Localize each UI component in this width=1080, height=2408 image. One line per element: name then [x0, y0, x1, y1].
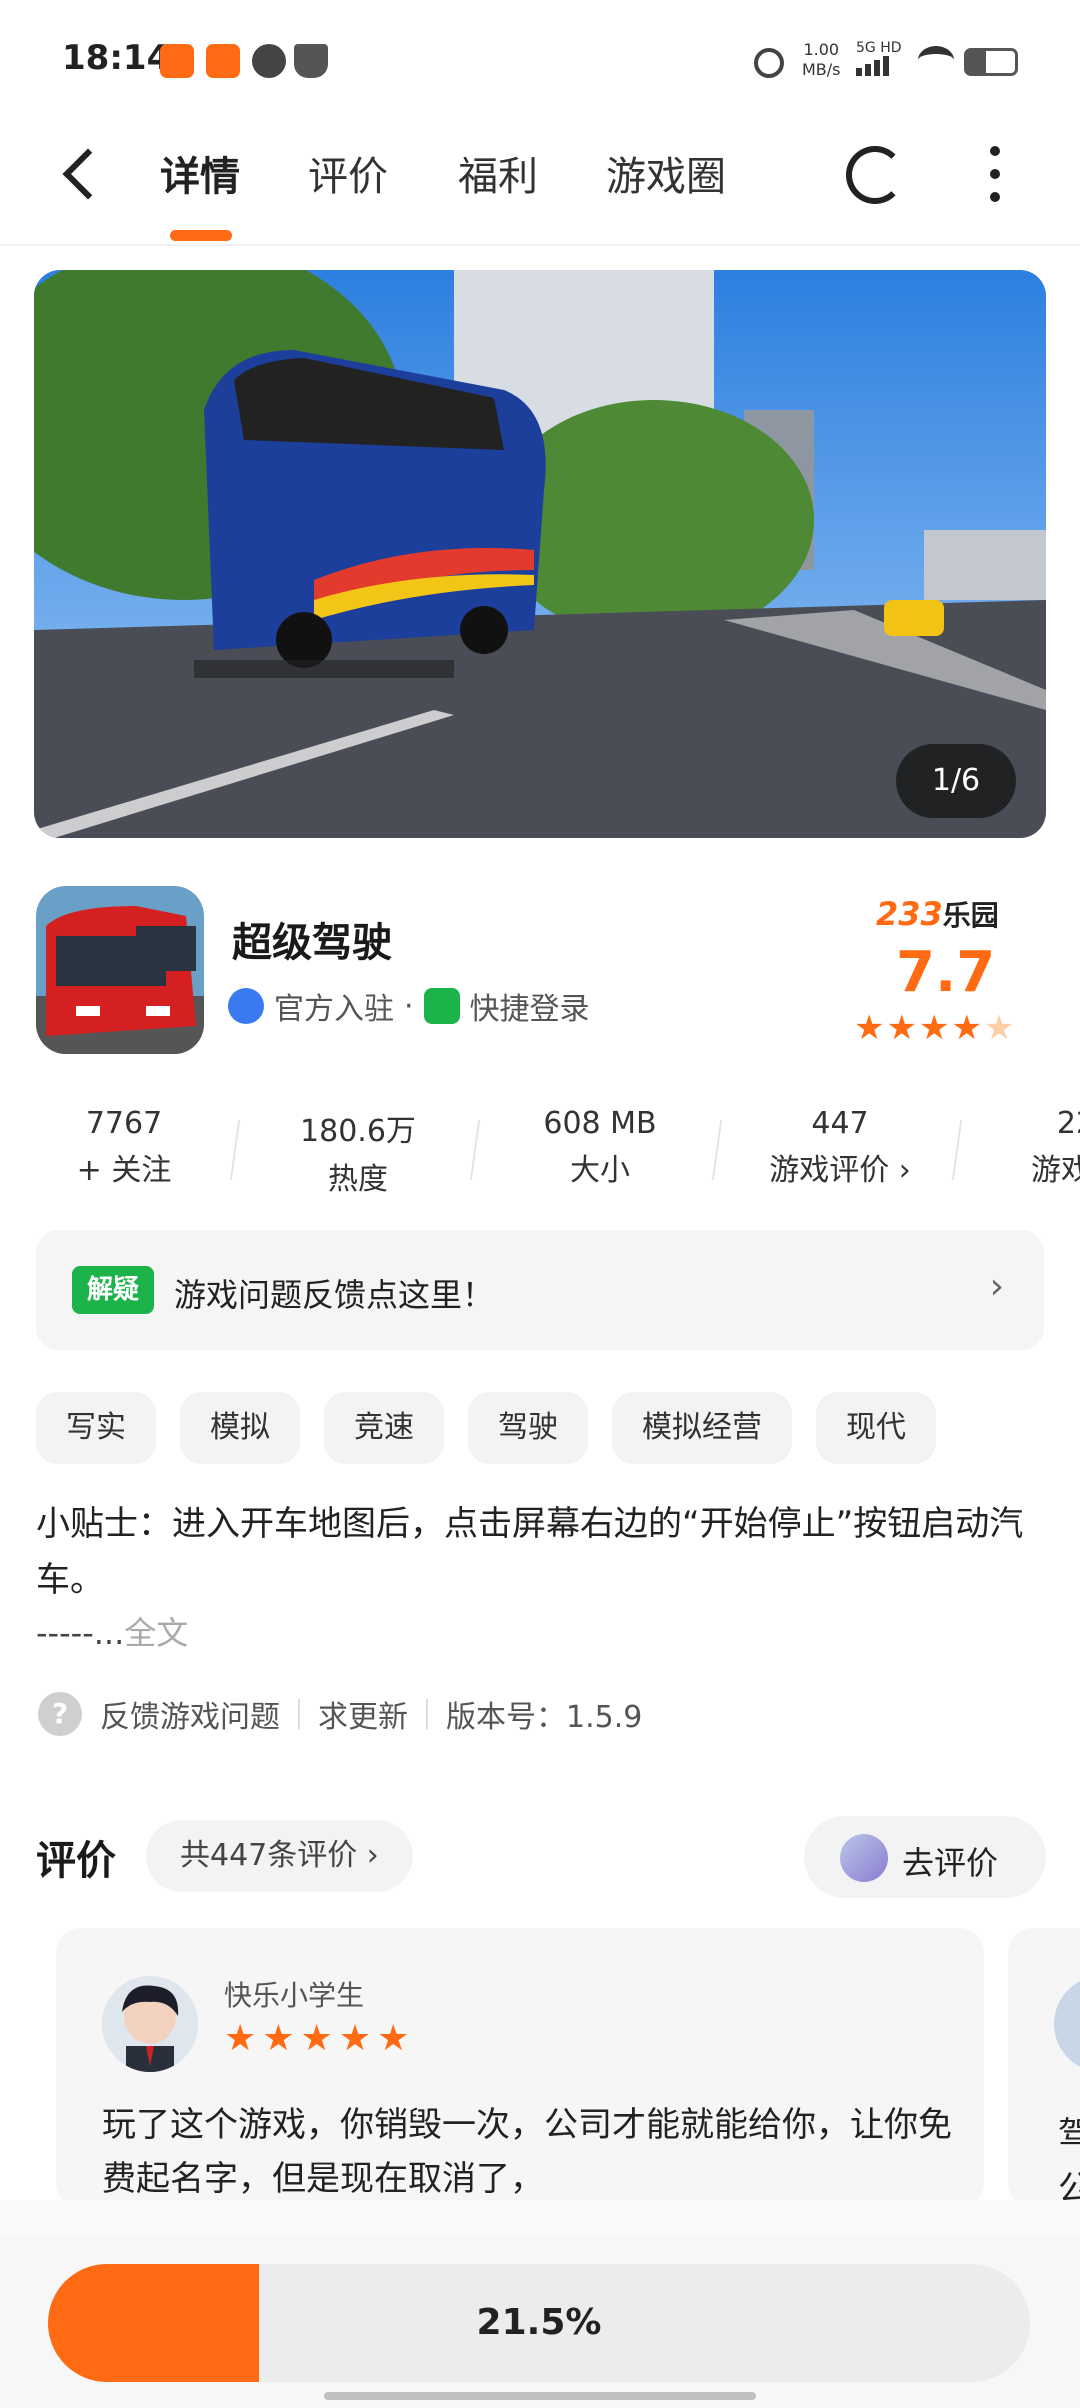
tag-item[interactable]: 模拟	[180, 1392, 300, 1464]
shield-icon	[294, 44, 328, 78]
version-number: 1.5.9	[566, 1700, 643, 1735]
tag-item[interactable]: 驾驶	[468, 1392, 588, 1464]
game-tip: 小贴士：进入开车地图后，点击屏幕右边的“开始停止”按钮启动汽车。	[36, 1504, 1024, 1600]
link-icon	[252, 44, 286, 78]
tab-game-circle[interactable]: 游戏圈	[606, 144, 726, 202]
stat-heat-label: 热度	[328, 1162, 388, 1197]
feedback-badge: 解疑	[72, 1266, 154, 1314]
rating-score: 7.7	[896, 940, 996, 1005]
stat-posts-label: 游戏帖	[1031, 1153, 1080, 1188]
stat-size-value: 608 MB	[543, 1106, 657, 1141]
review-card-peek[interactable]: 驾 公	[1008, 1928, 1080, 2208]
network-speed-value: 1.00	[803, 40, 840, 59]
review-stars: ★★★★★	[224, 2018, 416, 2059]
screenshot-carousel[interactable]: 1/6	[34, 270, 1046, 838]
review-text-peek: 驾 公	[1058, 2115, 1080, 2208]
tag-list: 写实 模拟 竞速 驾驶 模拟经营 现代	[36, 1392, 936, 1464]
back-icon[interactable]	[62, 148, 114, 200]
review-text: 玩了这个游戏，你销毁一次，公司才能就能给你，让你免费起名字，但是现在取消了，	[102, 2105, 952, 2199]
badge-separator: ·	[404, 988, 414, 1024]
share-icon[interactable]	[846, 146, 904, 204]
stat-size: 608 MB 大小	[500, 1106, 700, 1189]
app-title: 超级驾驶	[232, 920, 392, 966]
brand-text: 乐园	[942, 899, 999, 932]
tag-item[interactable]: 模拟经营	[612, 1392, 792, 1464]
write-review-label: 去评价	[902, 1844, 999, 1882]
app-badges: 官方入驻 · 快捷登录	[228, 984, 590, 1028]
status-time: 18:14	[62, 38, 171, 78]
status-bar: 18:14 1.00 MB/s 5G HD	[0, 0, 1080, 126]
more-icon[interactable]	[990, 146, 1002, 202]
tab-benefits[interactable]: 福利	[458, 144, 538, 202]
feedback-text: 游戏问题反馈点这里！	[174, 1276, 495, 1314]
stat-posts[interactable]: 22 游戏帖	[976, 1106, 1080, 1189]
tab-details[interactable]: 详情	[160, 144, 240, 202]
stats-row: 7767 + 关注 180.6万热度 608 MB 大小 447 游戏评价 › 22 游…	[0, 1106, 1080, 1198]
stat-posts-value: 22	[1056, 1106, 1080, 1141]
tag-item[interactable]: 现代	[816, 1392, 936, 1464]
tab-reviews[interactable]: 评价	[308, 144, 388, 202]
stat-heat: 180.6万 热度	[258, 1106, 458, 1198]
download-progress-button[interactable]: 21.5%	[48, 2264, 1030, 2382]
description-dashes: -----...	[36, 1614, 125, 1652]
network-speed: 1.00 MB/s	[802, 40, 841, 80]
tag-item[interactable]: 竞速	[324, 1392, 444, 1464]
stat-follow-label: + 关注	[76, 1153, 172, 1188]
official-label: 官方入驻	[274, 992, 394, 1027]
chevron-right-icon: ›	[989, 1266, 1004, 1307]
bus-screenshot-image	[34, 270, 1046, 838]
app-icon	[36, 886, 204, 1054]
question-icon: ?	[38, 1692, 82, 1736]
brand-233: 233	[876, 895, 943, 933]
feedback-banner[interactable]: 解疑 游戏问题反馈点这里！ ›	[36, 1230, 1044, 1350]
request-update-link[interactable]: 求更新	[318, 1692, 408, 1736]
rating-stars: ★★★★★	[854, 1008, 1017, 1048]
stat-follow[interactable]: 7767 + 关注	[24, 1106, 224, 1189]
stat-reviews-value: 447	[811, 1106, 869, 1141]
app-notification-icon	[206, 44, 240, 78]
report-issue-link[interactable]: 反馈游戏问题	[100, 1692, 280, 1736]
stat-reviews[interactable]: 447 游戏评价 ›	[740, 1106, 940, 1189]
reviewer-avatar	[102, 1976, 198, 2072]
stat-reviews-label: 游戏评价 ›	[769, 1153, 911, 1188]
home-indicator	[324, 2392, 756, 2400]
version-info: 版本号：1.5.9	[446, 1692, 642, 1736]
user-avatar	[840, 1834, 888, 1882]
wifi-icon	[918, 46, 954, 74]
description-more: -----...全文	[36, 1608, 188, 1654]
reviewer-name: 快乐小学生	[224, 1979, 365, 2012]
download-progress-label: 21.5%	[476, 2302, 602, 2343]
full-text-link[interactable]: 全文	[124, 1614, 188, 1652]
content-fade	[0, 2200, 1080, 2240]
carousel-counter: 1/6	[896, 744, 1016, 818]
write-review-button[interactable]: 去评价	[804, 1816, 1046, 1898]
stat-follow-value: 7767	[85, 1106, 163, 1141]
signal-icon: 5G HD	[856, 40, 906, 80]
alarm-icon	[754, 48, 784, 78]
quick-login-icon	[423, 988, 460, 1024]
rating-brand: 233乐园	[876, 894, 999, 934]
active-tab-indicator	[170, 230, 232, 241]
verified-icon	[228, 988, 264, 1024]
network-type: 5G HD	[856, 40, 902, 56]
review-card[interactable]: 快乐小学生 ★★★★★ 玩了这个游戏，你销毁一次，公司才能就能给你，让你免费起名…	[56, 1928, 984, 2208]
tag-item[interactable]: 写实	[36, 1392, 156, 1464]
app-233-icon	[160, 44, 194, 78]
network-speed-unit: MB/s	[802, 60, 841, 79]
quick-login-label: 快捷登录	[469, 992, 590, 1027]
action-links: ? 反馈游戏问题 求更新 版本号：1.5.9	[38, 1692, 642, 1736]
battery-icon	[964, 48, 1018, 76]
reviewer-avatar	[1054, 1976, 1080, 2072]
stat-heat-value: 180.6万	[300, 1114, 416, 1149]
version-label: 版本号：	[446, 1700, 566, 1735]
reviews-count-button[interactable]: 共447条评价 ›	[146, 1820, 413, 1892]
reviews-title: 评价	[36, 1838, 116, 1884]
stat-size-label: 大小	[570, 1153, 630, 1188]
